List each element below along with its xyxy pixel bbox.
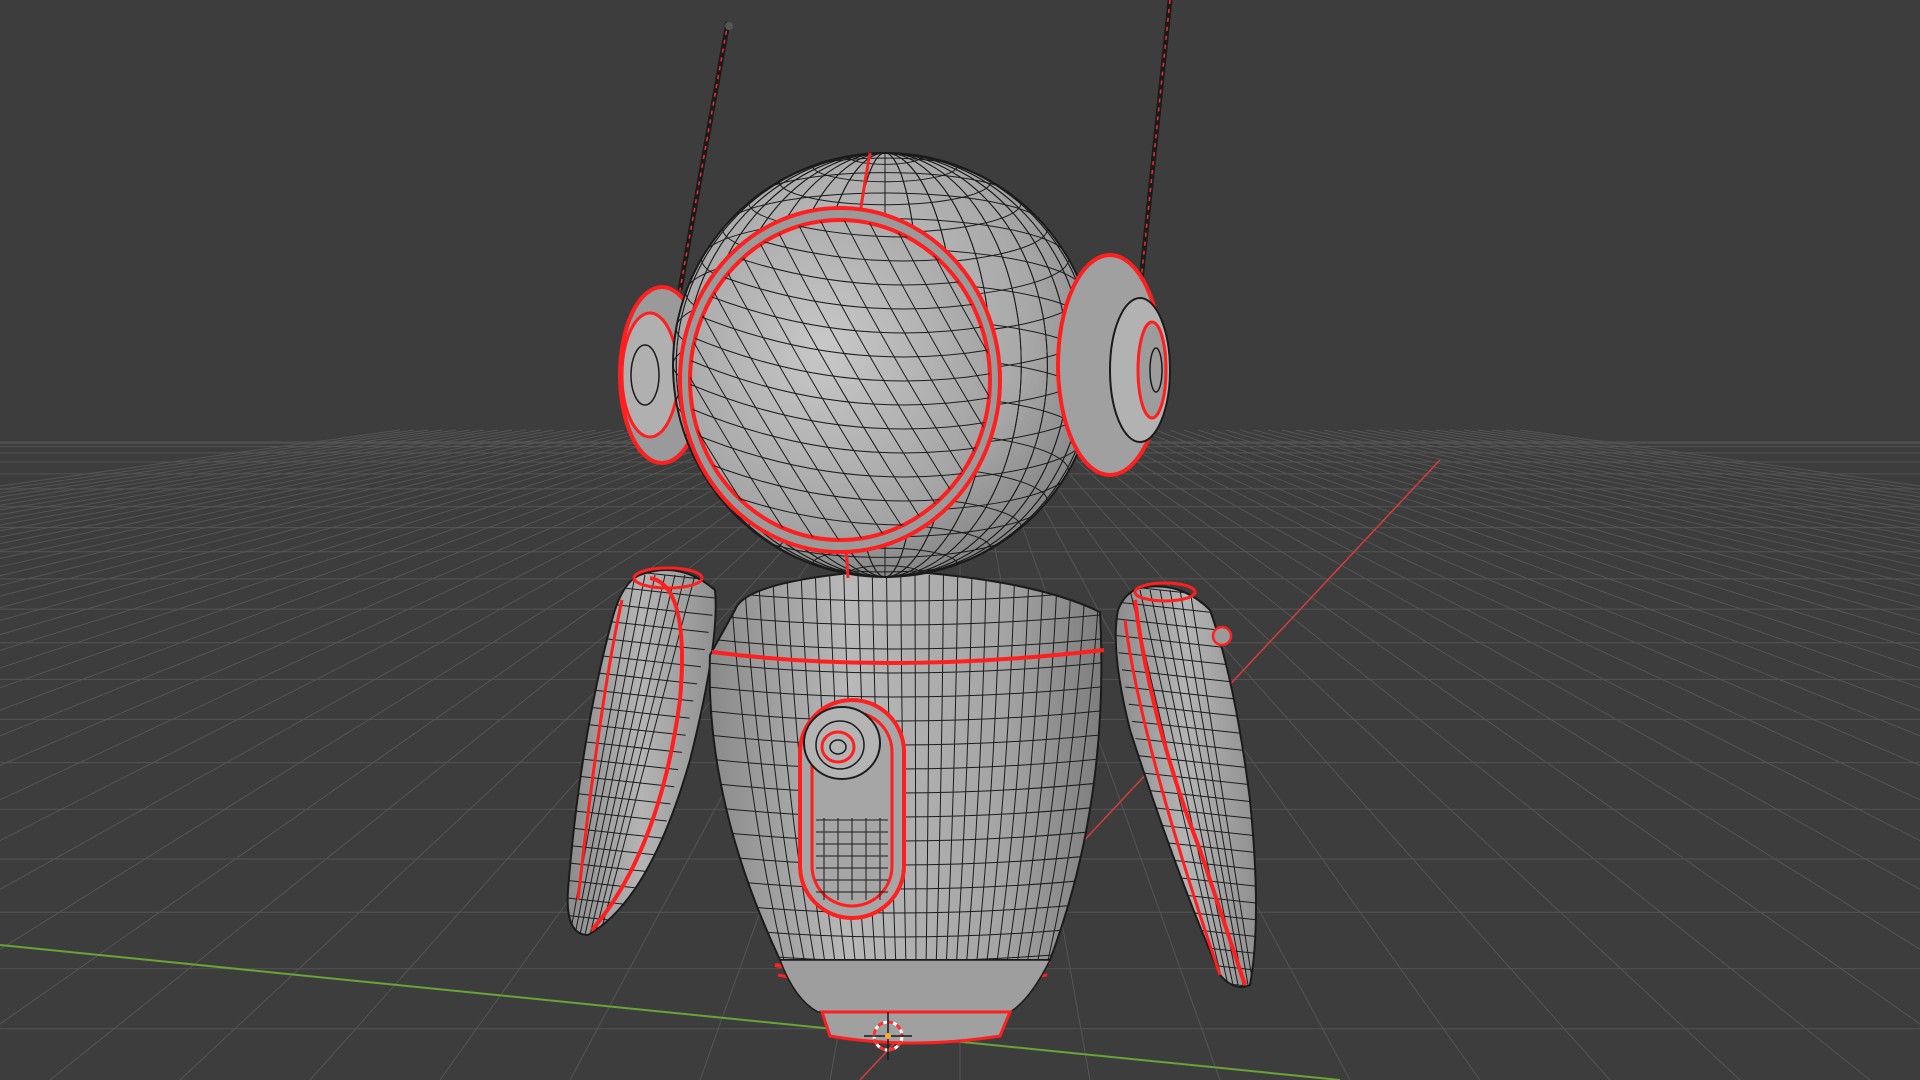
3d-viewport[interactable]: [0, 0, 1920, 1080]
base-ring[interactable]: [778, 959, 1052, 1013]
left-arm[interactable]: [530, 566, 720, 941]
chest-button[interactable]: [803, 706, 881, 780]
antenna-right[interactable]: [1135, 0, 1173, 311]
viewport-canvas[interactable]: [0, 0, 1920, 1080]
base-foot[interactable]: [819, 1010, 1013, 1045]
